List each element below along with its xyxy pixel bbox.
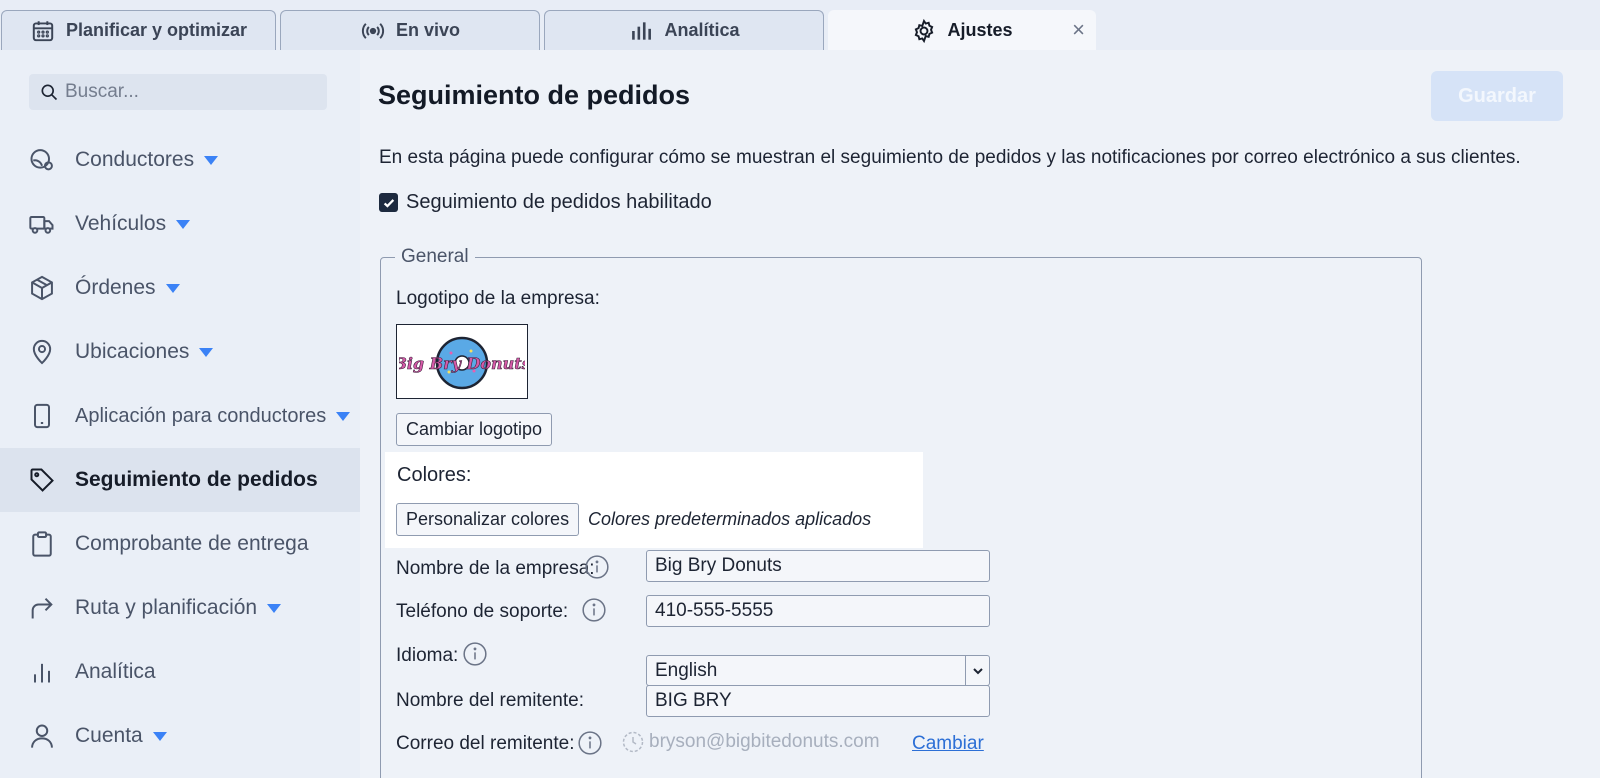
general-fieldset: General Logotipo de la empresa: Big Bry … xyxy=(380,246,1422,778)
close-tab-icon[interactable]: × xyxy=(1072,19,1085,41)
sender-name-label: Nombre del remitente: xyxy=(396,690,584,711)
sidebar-item-ruta[interactable]: Ruta y planificación xyxy=(0,576,360,640)
sidebar-item-comprobante[interactable]: Comprobante de entrega xyxy=(0,512,360,576)
support-phone-input[interactable] xyxy=(646,595,990,627)
calendar-icon xyxy=(32,20,54,41)
page-description: En esta página puede configurar cómo se … xyxy=(379,147,1521,168)
search-box xyxy=(29,74,327,110)
company-logo: Big Bry Donuts xyxy=(396,324,528,399)
info-icon[interactable] xyxy=(462,641,488,667)
tracking-enabled-label: Seguimiento de pedidos habilitado xyxy=(406,191,712,213)
bar-chart-icon xyxy=(34,663,50,683)
sidebar-item-label: Seguimiento de pedidos xyxy=(75,468,318,491)
sidebar-item-seguimiento[interactable]: Seguimiento de pedidos xyxy=(0,448,360,512)
chevron-down-icon[interactable] xyxy=(152,731,167,741)
sidebar-item-label: Ruta y planificación xyxy=(75,596,258,619)
tag-icon xyxy=(30,468,54,492)
sidebar-item-conductores[interactable]: Conductores xyxy=(0,128,360,192)
change-logo-button[interactable]: Cambiar logotipo xyxy=(396,413,553,446)
route-arrow-icon xyxy=(31,597,53,619)
tab-label: En vivo xyxy=(395,20,461,40)
tracking-enabled-row[interactable]: Seguimiento de pedidos habilitado xyxy=(379,191,712,214)
broadcast-icon xyxy=(361,22,385,39)
chevron-down-icon[interactable] xyxy=(336,411,351,421)
tracking-enabled-checkbox[interactable] xyxy=(379,193,398,212)
sidebar-item-label: Aplicación para conductores xyxy=(75,404,327,427)
chevron-down-icon[interactable] xyxy=(199,347,214,357)
logo-label: Logotipo de la empresa: xyxy=(396,288,600,309)
bar-chart-icon xyxy=(632,21,652,40)
tab-bar: Planificar y optimizar En vivo Analítica… xyxy=(0,0,1600,50)
general-legend: General xyxy=(395,246,475,268)
phone-icon xyxy=(34,403,50,429)
company-name-label: Nombre de la empresa: xyxy=(396,558,595,579)
map-pin-icon xyxy=(32,340,52,365)
box-icon xyxy=(31,275,53,301)
sender-email-label: Correo del remitente: xyxy=(396,733,575,754)
info-icon[interactable] xyxy=(577,730,603,756)
donut-logo-icon: Big Bry Donuts xyxy=(399,336,525,389)
tab-planificar[interactable]: Planificar y optimizar xyxy=(1,10,276,50)
sidebar-item-label: Cuenta xyxy=(75,724,143,747)
language-select[interactable]: English xyxy=(646,655,990,686)
chevron-down-icon[interactable] xyxy=(267,603,282,613)
main-content: Seguimiento de pedidos Guardar En esta p… xyxy=(360,50,1600,778)
sender-email-readonly: bryson@bigbitedonuts.com xyxy=(621,730,880,754)
gear-icon xyxy=(915,18,934,43)
language-label: Idioma: xyxy=(396,645,459,666)
tab-label: Ajustes xyxy=(947,20,1013,40)
sidebar-item-ubicaciones[interactable]: Ubicaciones xyxy=(0,320,360,384)
sidebar-item-label: Ubicaciones xyxy=(75,340,190,363)
chevron-down-icon[interactable] xyxy=(176,219,191,229)
tab-label: Analítica xyxy=(664,20,740,40)
sidebar-item-label: Conductores xyxy=(75,148,195,171)
clipboard-icon xyxy=(32,531,52,557)
sidebar-item-cuenta[interactable]: Cuenta xyxy=(0,704,360,768)
tab-analitica[interactable]: Analítica xyxy=(544,10,824,50)
page-title: Seguimiento de pedidos xyxy=(378,80,691,110)
colors-note: Colores predeterminados aplicados xyxy=(588,509,872,529)
steering-wheel-icon xyxy=(30,149,53,171)
support-phone-label: Teléfono de soporte: xyxy=(396,601,569,622)
sidebar-item-analitica[interactable]: Analítica xyxy=(0,640,360,704)
chevron-down-icon[interactable] xyxy=(165,283,180,293)
sidebar-item-label: Órdenes xyxy=(75,276,156,299)
info-icon[interactable] xyxy=(584,554,610,580)
sidebar-item-ordenes[interactable]: Órdenes xyxy=(0,256,360,320)
colors-panel: Colores: Personalizar colores Colores pr… xyxy=(385,452,923,548)
sidebar-item-label: Vehículos xyxy=(75,212,167,235)
change-email-link[interactable]: Cambiar xyxy=(912,733,984,755)
user-icon xyxy=(31,724,53,748)
svg-text:Big Bry Donuts: Big Bry Donuts xyxy=(399,354,525,373)
search-input[interactable] xyxy=(65,81,315,103)
sidebar-item-vehiculos[interactable]: Vehículos xyxy=(0,192,360,256)
search-icon xyxy=(41,84,58,101)
sender-email-value: bryson@bigbitedonuts.com xyxy=(649,731,880,752)
chevron-down-icon[interactable] xyxy=(965,656,989,685)
sender-name-input[interactable] xyxy=(646,685,990,717)
customize-colors-button[interactable]: Personalizar colores xyxy=(396,503,580,536)
save-button[interactable]: Guardar xyxy=(1431,71,1563,121)
truck-icon xyxy=(29,216,54,234)
checkmark-icon xyxy=(383,198,394,208)
sidebar-item-label: Comprobante de entrega xyxy=(75,532,309,555)
sidebar: Conductores Vehículos Órdenes Ubicacione… xyxy=(0,50,360,778)
chevron-down-icon[interactable] xyxy=(204,155,219,165)
tab-ajustes[interactable]: Ajustes × xyxy=(828,10,1096,50)
colors-label: Colores: xyxy=(397,464,472,486)
company-name-input[interactable] xyxy=(646,550,990,582)
tab-en-vivo[interactable]: En vivo xyxy=(280,10,540,50)
info-icon[interactable] xyxy=(581,597,607,623)
clock-icon xyxy=(622,731,644,753)
sidebar-item-label: Analítica xyxy=(75,660,156,683)
language-selected-value: English xyxy=(655,659,718,681)
tab-label: Planificar y optimizar xyxy=(65,20,248,40)
sidebar-item-aplicacion[interactable]: Aplicación para conductores xyxy=(0,384,360,448)
